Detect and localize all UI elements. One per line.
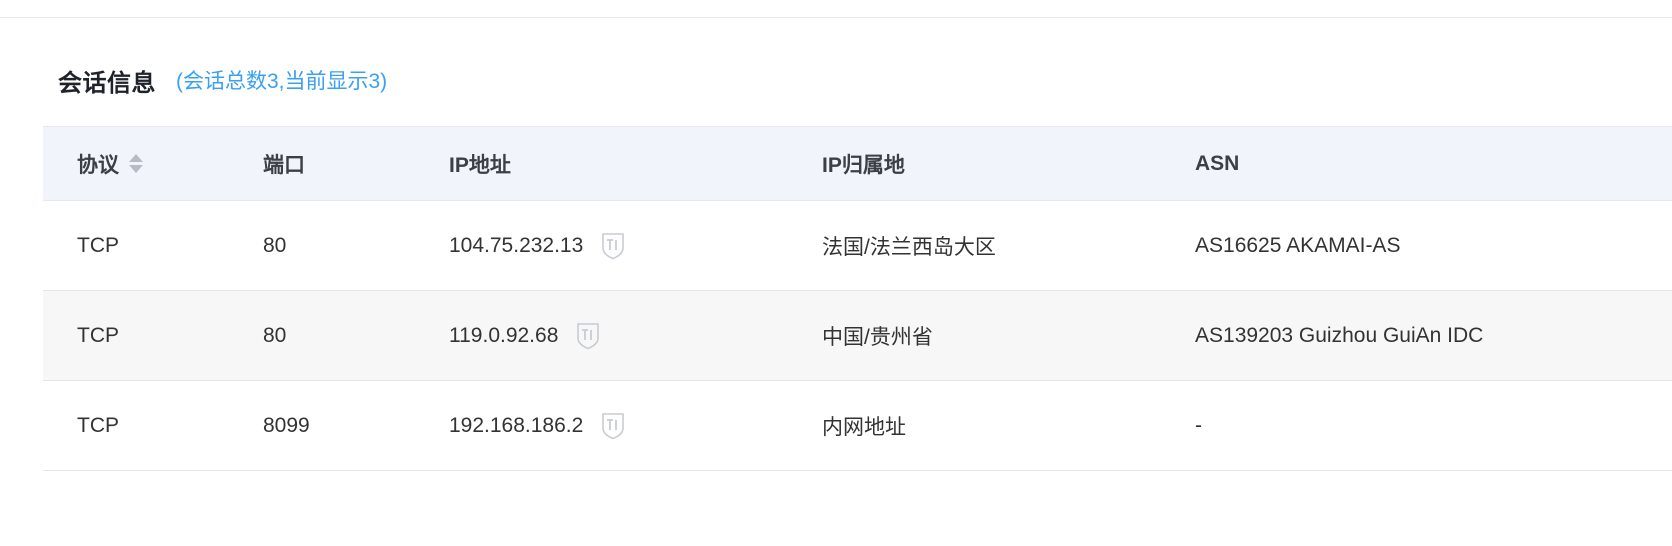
ip-cell: 119.0.92.68 xyxy=(449,322,822,350)
protocol-cell: TCP xyxy=(77,233,119,257)
sort-icon[interactable] xyxy=(129,154,143,173)
table-row: TCP 8099 192.168.186.2 内网地址 - xyxy=(43,381,1672,471)
ti-shield-icon[interactable] xyxy=(601,232,625,260)
column-header-protocol-label: 协议 xyxy=(77,153,119,177)
ip-address: 104.75.232.13 xyxy=(449,233,584,257)
session-table: 协议 端口 IP地址 IP归属地 ASN TCP 80 104.75.232.1… xyxy=(43,126,1672,471)
port-cell: 80 xyxy=(263,233,287,257)
column-header-protocol[interactable]: 协议 xyxy=(43,149,263,179)
column-header-port: 端口 xyxy=(263,153,305,177)
asn-cell: - xyxy=(1195,413,1202,437)
ti-shield-icon[interactable] xyxy=(601,412,625,440)
geo-cell: 法国/法兰西岛大区 xyxy=(822,235,996,259)
ip-address: 119.0.92.68 xyxy=(449,323,559,347)
ip-address: 192.168.186.2 xyxy=(449,413,584,437)
ti-shield-icon[interactable] xyxy=(576,322,600,350)
geo-cell: 中国/贵州省 xyxy=(822,325,933,349)
asn-cell: AS139203 Guizhou GuiAn IDC xyxy=(1195,323,1484,347)
table-header: 协议 端口 IP地址 IP归属地 ASN xyxy=(43,126,1672,201)
section-title: 会话信息 xyxy=(58,69,156,97)
session-count-summary: (会话总数3,当前显示3) xyxy=(176,70,388,93)
protocol-cell: TCP xyxy=(77,323,119,347)
asn-cell: AS16625 AKAMAI-AS xyxy=(1195,233,1401,257)
port-cell: 8099 xyxy=(263,413,310,437)
ip-cell: 104.75.232.13 xyxy=(449,232,822,260)
top-divider xyxy=(0,17,1672,18)
geo-cell: 内网地址 xyxy=(822,415,906,439)
table-row: TCP 80 104.75.232.13 法国/法兰西岛大区 AS16625 A… xyxy=(43,201,1672,291)
ip-cell: 192.168.186.2 xyxy=(449,412,822,440)
column-header-geo: IP归属地 xyxy=(822,153,905,177)
sort-descending-icon[interactable] xyxy=(129,165,143,173)
protocol-cell: TCP xyxy=(77,413,119,437)
column-header-asn: ASN xyxy=(1195,151,1240,175)
port-cell: 80 xyxy=(263,323,287,347)
column-header-ip: IP地址 xyxy=(449,153,511,177)
table-row: TCP 80 119.0.92.68 中国/贵州省 AS139203 Guizh… xyxy=(43,291,1672,381)
sort-ascending-icon[interactable] xyxy=(129,154,143,162)
section-header: 会话信息 (会话总数3,当前显示3) xyxy=(58,62,387,98)
